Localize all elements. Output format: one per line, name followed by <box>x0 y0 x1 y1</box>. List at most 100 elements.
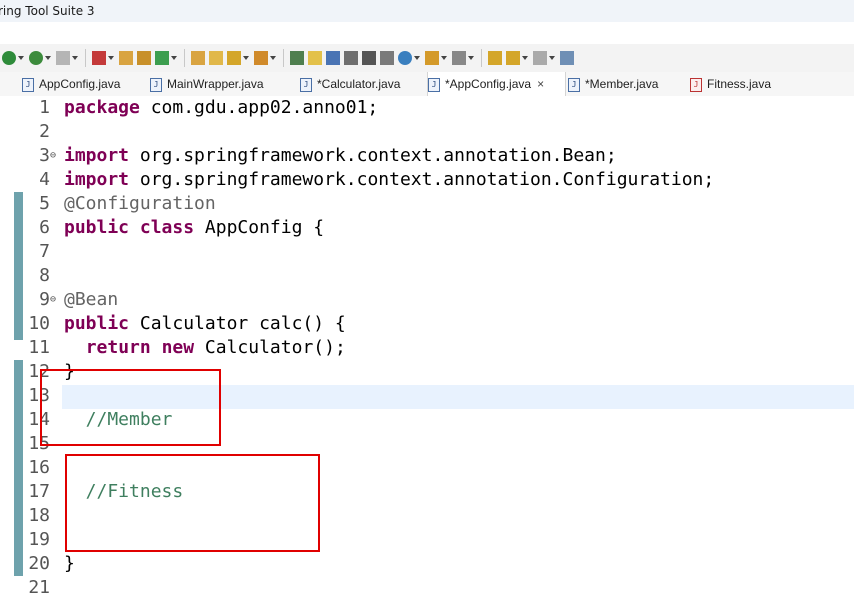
new-java-project-icon[interactable] <box>119 51 133 65</box>
line-number: 6 <box>39 217 50 238</box>
java-file-icon: J <box>150 77 162 92</box>
code-text: @Configuration <box>64 192 216 216</box>
keyword-token: public <box>64 217 130 238</box>
keyword-token: new <box>161 337 195 358</box>
line-number: 3 <box>39 145 50 166</box>
code-line[interactable]: 10 public Calculator calc() { <box>0 312 854 336</box>
code-line[interactable]: 7 <box>0 240 854 264</box>
code-line[interactable]: 5 @Configuration <box>0 192 854 216</box>
chevron-down-icon[interactable] <box>170 51 178 65</box>
code-token: } <box>64 553 75 574</box>
java-error-file-icon: J <box>690 77 702 92</box>
code-line[interactable]: 6 public class AppConfig { <box>0 216 854 240</box>
chevron-down-icon[interactable] <box>71 51 79 65</box>
editor-tab-label: AppConfig.java <box>39 77 121 91</box>
chevron-down-icon[interactable] <box>17 51 25 65</box>
fold-toggle-icon[interactable]: ⊖ <box>50 144 56 168</box>
code-token: org.springframework.context.annotation.C… <box>129 169 715 190</box>
annotation-token: @Configuration <box>64 193 216 214</box>
stop-icon[interactable] <box>56 51 70 65</box>
code-text: @Bean <box>64 288 118 312</box>
editor-tab[interactable]: J MainWrapper.java <box>150 72 298 96</box>
editor-tab-label: MainWrapper.java <box>167 77 264 91</box>
pin-editor-icon[interactable] <box>560 51 574 65</box>
code-line[interactable]: 20} <box>0 552 854 576</box>
code-line[interactable]: 21 <box>0 576 854 600</box>
chevron-down-icon[interactable] <box>242 51 250 65</box>
code-line[interactable]: 9 ⊖ @Bean <box>0 288 854 312</box>
line-number: 9 <box>39 289 50 310</box>
close-tab-icon[interactable]: × <box>537 72 544 96</box>
code-text: public Calculator calc() { <box>64 312 346 336</box>
code-line[interactable]: 3 ⊖ import org.springframework.context.ann… <box>0 144 854 168</box>
pilcrow-icon[interactable] <box>362 51 376 65</box>
annotation-box-fitness <box>65 454 320 552</box>
chevron-down-icon[interactable] <box>413 51 421 65</box>
code-line[interactable]: 4 import org.springframework.context.anno… <box>0 168 854 192</box>
back-icon[interactable] <box>506 51 520 65</box>
show-whitespace-icon[interactable] <box>344 51 358 65</box>
forward-icon[interactable] <box>533 51 547 65</box>
chevron-down-icon[interactable] <box>269 51 277 65</box>
code-line[interactable]: 8 <box>0 264 854 288</box>
line-number: 20 <box>28 553 50 574</box>
code-text: package com.gdu.app02.anno01; <box>64 96 378 120</box>
debug-icon[interactable] <box>29 51 43 65</box>
new-class-icon[interactable] <box>155 51 169 65</box>
editor-tab[interactable]: J *AppConfig.java × <box>427 72 566 96</box>
code-line[interactable]: 11 return new Calculator(); <box>0 336 854 360</box>
line-number: 1 <box>39 97 50 118</box>
chevron-down-icon[interactable] <box>440 51 448 65</box>
globe-icon[interactable] <box>398 51 412 65</box>
block-selection-icon[interactable] <box>326 51 340 65</box>
toolbar-separator <box>85 49 86 67</box>
keyword-token: public <box>64 313 130 334</box>
line-number: 11 <box>28 337 50 358</box>
line-number: 2 <box>39 121 50 142</box>
code-text: public class AppConfig { <box>64 216 324 240</box>
line-number: 17 <box>28 481 50 502</box>
chevron-down-icon[interactable] <box>107 51 115 65</box>
chevron-down-icon[interactable] <box>44 51 52 65</box>
editor-tab-label: *Member.java <box>585 77 659 91</box>
next-annotation-icon[interactable] <box>425 51 439 65</box>
code-line[interactable]: 1 package com.gdu.app02.anno01; <box>0 96 854 120</box>
mark-occurrences-icon[interactable] <box>308 51 322 65</box>
last-edit-icon[interactable] <box>488 51 502 65</box>
chevron-down-icon[interactable] <box>521 51 529 65</box>
search-icon[interactable] <box>227 51 241 65</box>
build-icon[interactable] <box>92 51 106 65</box>
editor-tab[interactable]: J AppConfig.java <box>22 72 150 96</box>
code-text: import org.springframework.context.annot… <box>64 168 714 192</box>
editor-tab[interactable]: J *Calculator.java <box>300 72 426 96</box>
open-type-icon[interactable] <box>191 51 205 65</box>
fold-toggle-icon[interactable]: ⊖ <box>50 288 56 312</box>
toolbar-separator <box>184 49 185 67</box>
line-number: 21 <box>28 577 50 598</box>
line-number: 16 <box>28 457 50 478</box>
editor-tab-label: Fitness.java <box>707 77 772 91</box>
annotation-box-member <box>40 369 221 446</box>
editor-tab-bar: J AppConfig.java J MainWrapper.java J *Calcul… <box>0 72 854 97</box>
window-title: ring Tool Suite 3 <box>0 4 95 18</box>
annotation-icon[interactable] <box>254 51 268 65</box>
window-title-bar: ring Tool Suite 3 <box>0 0 854 22</box>
code-token: com.gdu.app02.anno01; <box>139 97 379 118</box>
run-icon[interactable] <box>2 51 16 65</box>
editor-tab[interactable]: J *Member.java <box>568 72 691 96</box>
java-file-icon: J <box>568 77 580 92</box>
code-text: import org.springframework.context.annot… <box>64 144 617 168</box>
main-toolbar <box>0 44 854 72</box>
editor-tab[interactable]: J Fitness.java <box>690 72 790 96</box>
quick-fix-icon[interactable] <box>290 51 304 65</box>
word-wrap-icon[interactable] <box>380 51 394 65</box>
code-line[interactable]: 2 <box>0 120 854 144</box>
line-number: 4 <box>39 169 50 190</box>
open-folder-icon[interactable] <box>209 51 223 65</box>
chevron-down-icon[interactable] <box>548 51 556 65</box>
code-editor[interactable]: 1 package com.gdu.app02.anno01; 2 3 ⊖ import … <box>0 96 854 612</box>
chevron-down-icon[interactable] <box>467 51 475 65</box>
new-package-icon[interactable] <box>137 51 151 65</box>
prev-annotation-icon[interactable] <box>452 51 466 65</box>
